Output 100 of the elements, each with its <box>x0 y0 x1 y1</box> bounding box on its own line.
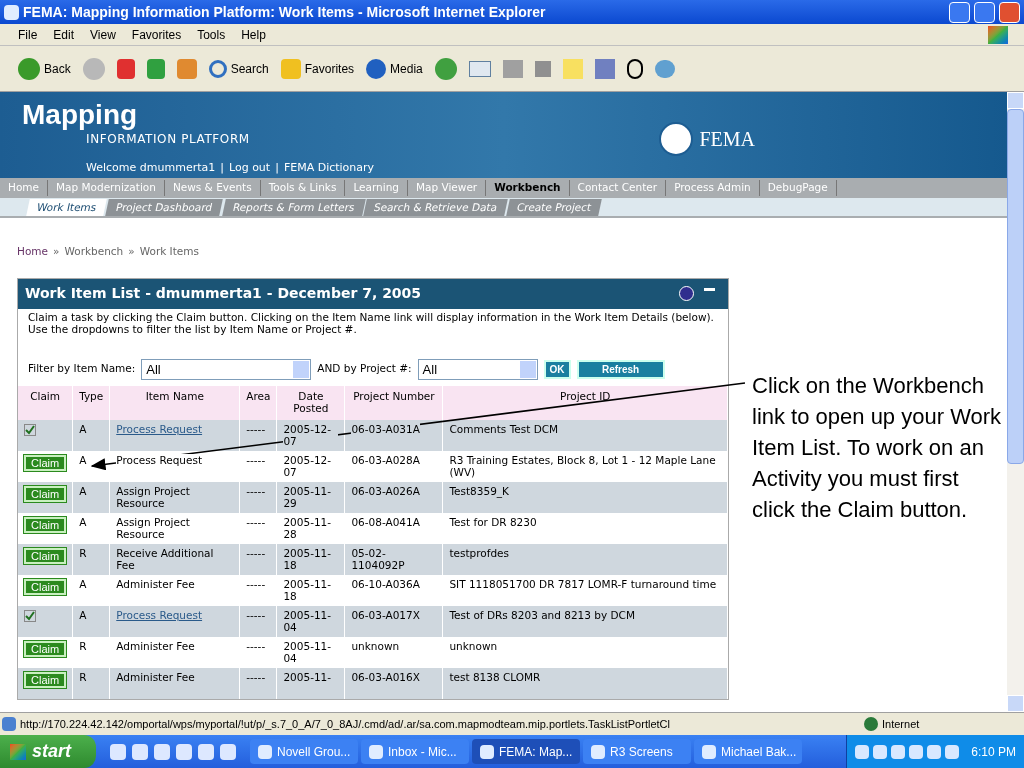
link-separator: | <box>220 160 224 176</box>
quick-launch-icon[interactable] <box>220 743 236 760</box>
item-name-link[interactable]: Process Request <box>116 608 203 621</box>
menu-item[interactable]: File <box>12 25 44 44</box>
claimed-checkbox[interactable] <box>24 423 36 436</box>
nav-link[interactable]: Learning <box>345 180 408 196</box>
nav-link[interactable]: Process Admin <box>666 180 760 196</box>
claim-button[interactable]: Claim <box>24 578 67 595</box>
toolbar-icon[interactable] <box>624 58 645 79</box>
breadcrumb-link[interactable]: Home <box>17 244 48 260</box>
nav-link[interactable]: Map Viewer <box>408 180 487 196</box>
help-icon[interactable] <box>679 286 694 302</box>
claim-button[interactable]: Claim <box>24 516 67 533</box>
project-number-cell: unknown <box>351 639 400 652</box>
sub-nav-tab[interactable]: Search & Retrieve Data <box>363 199 509 216</box>
minimize-button[interactable] <box>949 1 970 23</box>
toolbar-button[interactable]: Media <box>364 58 425 79</box>
sub-nav-tab[interactable]: Create Project <box>506 199 603 216</box>
tray-icon[interactable] <box>927 744 942 759</box>
menu-item[interactable]: Edit <box>47 25 81 44</box>
type-cell: R <box>79 639 87 652</box>
menu-item[interactable]: View <box>84 25 122 44</box>
project-id-cell: Test8359_K <box>449 484 509 497</box>
quick-launch-icon[interactable] <box>132 743 148 760</box>
quick-launch-icon[interactable] <box>176 743 192 760</box>
sub-nav-tab[interactable]: Project Dashboard <box>105 199 224 216</box>
start-button[interactable]: start <box>0 735 96 768</box>
item-name-cell: Administer Fee <box>116 577 195 590</box>
project-number-cell: 06-10-A036A <box>351 577 420 590</box>
breadcrumb-link[interactable]: Work Items <box>139 244 199 260</box>
project-id-cell: SIT 1118051700 DR 7817 LOMR-F turnaround time <box>449 577 717 590</box>
nav-link[interactable]: Contact Center <box>569 180 667 196</box>
scroll-thumb[interactable] <box>1007 109 1024 464</box>
tray-icon[interactable] <box>855 744 870 759</box>
sub-nav-tab[interactable]: Work Items <box>26 199 108 216</box>
type-cell: A <box>79 515 87 528</box>
type-cell: A <box>79 453 87 466</box>
welcome-message: Welcome dmummerta1 <box>86 160 216 176</box>
project-id-cell: Test of DRs 8203 and 8213 by DCM <box>449 608 635 621</box>
header-link[interactable]: Log out <box>229 160 271 177</box>
column-header: Item Name <box>109 385 240 420</box>
quick-launch-icon[interactable] <box>154 743 170 760</box>
link-separator: | <box>275 160 279 176</box>
scroll-down-icon[interactable] <box>1007 695 1024 712</box>
site-logo-title: Mapping <box>22 100 139 130</box>
claim-button[interactable]: Claim <box>24 454 67 471</box>
menu-item[interactable]: Help <box>235 25 272 44</box>
item-name-dropdown[interactable]: All <box>141 358 312 380</box>
item-name-cell: Process Request <box>116 453 203 466</box>
panel-description: Claim a task by clicking the Claim button. Clicking on the Item Name link will display information in the Work Item Details (below). Use the dropdowns to filter the list by Item Name or Project #. <box>27 309 715 335</box>
nav-link[interactable]: Workbench <box>486 180 570 196</box>
vertical-scrollbar[interactable] <box>1007 92 1024 712</box>
project-number-cell: 06-08-A041A <box>351 515 420 528</box>
date-cell: 2005-11- <box>283 670 332 683</box>
ok-button[interactable]: OK <box>543 359 571 379</box>
taskbar-button[interactable]: FEMA: Map... <box>472 739 580 764</box>
tray-icon[interactable] <box>891 744 906 759</box>
browser-icon <box>4 4 19 20</box>
date-cell: 2005-12-07 <box>283 422 339 447</box>
nav-link[interactable]: DebugPage <box>759 180 837 196</box>
nav-link[interactable]: Home <box>0 180 48 196</box>
project-id-cell: test 8138 CLOMR <box>449 670 541 683</box>
minimize-icon[interactable] <box>704 288 715 292</box>
agency-logo-text: FEMA <box>699 127 755 152</box>
quick-launch-icon[interactable] <box>198 743 214 760</box>
claimed-checkbox[interactable] <box>24 609 36 622</box>
refresh-button[interactable]: Refresh <box>576 359 665 379</box>
taskbar-button[interactable]: Michael Bak... <box>694 739 802 764</box>
type-cell: A <box>79 484 87 497</box>
sub-nav-tab[interactable]: Reports & Form Letters <box>221 199 365 216</box>
toolbar-button[interactable]: Favorites <box>278 58 357 79</box>
taskbar-button[interactable]: R3 Screens <box>583 739 691 764</box>
tray-icon[interactable] <box>873 744 888 759</box>
nav-link[interactable]: Tools & Links <box>260 180 346 196</box>
type-cell: R <box>79 670 87 683</box>
site-logo-subtitle: INFORMATION PLATFORM <box>86 131 250 148</box>
taskbar-button[interactable]: Inbox - Mic... <box>361 739 469 764</box>
tray-icon[interactable] <box>909 744 924 759</box>
nav-link[interactable]: News & Events <box>164 180 261 196</box>
item-name-link[interactable]: Process Request <box>116 422 203 435</box>
header-link[interactable]: FEMA Dictionary <box>283 160 375 177</box>
menu-item[interactable]: Tools <box>191 25 232 44</box>
claim-button[interactable]: Claim <box>24 485 67 502</box>
breadcrumb-link[interactable]: Workbench <box>64 244 124 260</box>
close-button[interactable] <box>999 1 1020 23</box>
quick-launch-icon[interactable] <box>110 743 126 760</box>
project-number-cell: 06-03-A026A <box>351 484 420 497</box>
claim-button[interactable]: Claim <box>24 671 67 688</box>
type-cell: A <box>79 577 87 590</box>
taskbar-button[interactable]: Novell Grou... <box>250 739 358 764</box>
claim-button[interactable]: Claim <box>24 547 67 564</box>
nav-link[interactable]: Map Modernization <box>48 180 165 196</box>
toolbar-button[interactable]: Back <box>16 57 73 80</box>
scroll-up-icon[interactable] <box>1007 92 1024 109</box>
claim-button[interactable]: Claim <box>24 640 67 657</box>
menu-item[interactable]: Favorites <box>125 25 188 44</box>
toolbar-button[interactable]: Search <box>206 59 271 78</box>
restore-button[interactable] <box>974 1 995 23</box>
project-dropdown[interactable]: All <box>417 358 538 380</box>
tray-icon[interactable] <box>945 744 960 759</box>
